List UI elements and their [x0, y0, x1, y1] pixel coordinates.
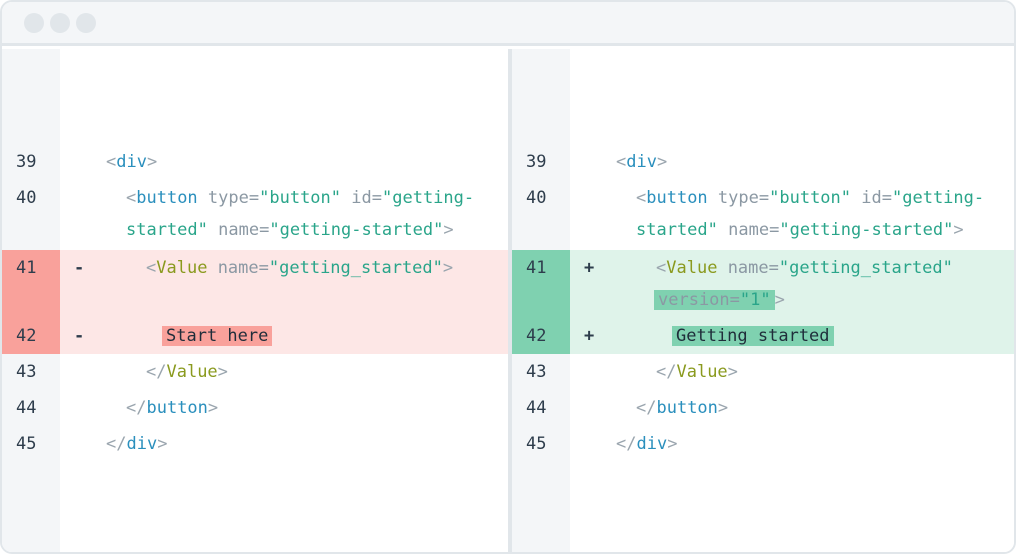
code-line: 39 <div> — [512, 144, 1014, 180]
code-line: 45 </div> — [2, 426, 509, 462]
code-text: </button> — [126, 398, 219, 418]
deleted-text: Start here — [162, 326, 273, 346]
added-line: 42 + Getting started — [512, 318, 1014, 354]
deletion-marker: - — [74, 326, 85, 346]
window-dot-icon[interactable] — [50, 13, 70, 33]
line-number: 40 — [526, 188, 547, 208]
title-bar — [2, 2, 1014, 46]
code-text: <Value name="getting_started"> — [146, 258, 454, 278]
line-number: 44 — [16, 398, 37, 418]
addition-marker: + — [584, 326, 595, 346]
original-pane: 39 <div> 40 <button type="button" id="ge… — [2, 49, 509, 552]
added-text: Getting started — [672, 326, 834, 346]
code-text-wrap: version="1" > — [654, 282, 1014, 316]
added-attribute: version="1" — [654, 290, 775, 310]
deletion-marker: - — [74, 258, 85, 278]
code-text: </button> — [636, 398, 729, 418]
code-text: <button type="button" id="getting- — [636, 188, 985, 208]
line-number: 43 — [16, 362, 37, 382]
code-text: <Value name="getting_started" — [656, 258, 953, 278]
addition-marker: + — [584, 258, 595, 278]
line-number: 45 — [526, 434, 547, 454]
line-number: 45 — [16, 434, 37, 454]
code-line: 44 </button> — [2, 390, 509, 426]
code-text: </Value> — [656, 362, 738, 382]
code-text: <div> — [616, 152, 668, 172]
code-text: </div> — [106, 434, 168, 454]
code-text: </Value> — [146, 362, 228, 382]
code-text: Start here — [162, 318, 509, 352]
line-number: 41 — [2, 250, 60, 318]
line-number: 41 — [512, 250, 570, 318]
code-line: 45 </div> — [512, 426, 1014, 462]
line-number: 42 — [512, 318, 570, 354]
code-line: 39 <div> — [2, 144, 509, 180]
code-text-wrap: started" name="getting-started"> — [126, 220, 454, 240]
code-line: 44 </button> — [512, 390, 1014, 426]
deleted-line: 42 - Start here — [2, 318, 509, 354]
diff-window: 39 <div> 40 <button type="button" id="ge… — [0, 0, 1016, 554]
code-text: <button type="button" id="getting- — [126, 188, 475, 208]
added-line: 41 + <Value name="getting_started" versi… — [512, 250, 1014, 318]
code-text: </div> — [616, 434, 678, 454]
modified-pane: 39 <div> 40 <button type="button" id="ge… — [512, 49, 1014, 552]
line-number: 39 — [16, 152, 37, 172]
code-text: Getting started — [672, 318, 1014, 352]
line-number: 43 — [526, 362, 547, 382]
line-number: 40 — [16, 188, 37, 208]
line-number: 42 — [2, 318, 60, 354]
line-number: 39 — [526, 152, 547, 172]
code-line: 43 </Value> — [2, 354, 509, 390]
code-text: <div> — [106, 152, 158, 172]
window-dot-icon[interactable] — [76, 13, 96, 33]
deleted-line: 41 - <Value name="getting_started"> — [2, 250, 509, 318]
code-line: 40 <button type="button" id="getting- st… — [2, 180, 509, 248]
window-dot-icon[interactable] — [24, 13, 44, 33]
code-text-wrap: started" name="getting-started"> — [636, 220, 964, 240]
code-line: 43 </Value> — [512, 354, 1014, 390]
code-line: 40 <button type="button" id="getting- st… — [512, 180, 1014, 248]
line-number: 44 — [526, 398, 547, 418]
